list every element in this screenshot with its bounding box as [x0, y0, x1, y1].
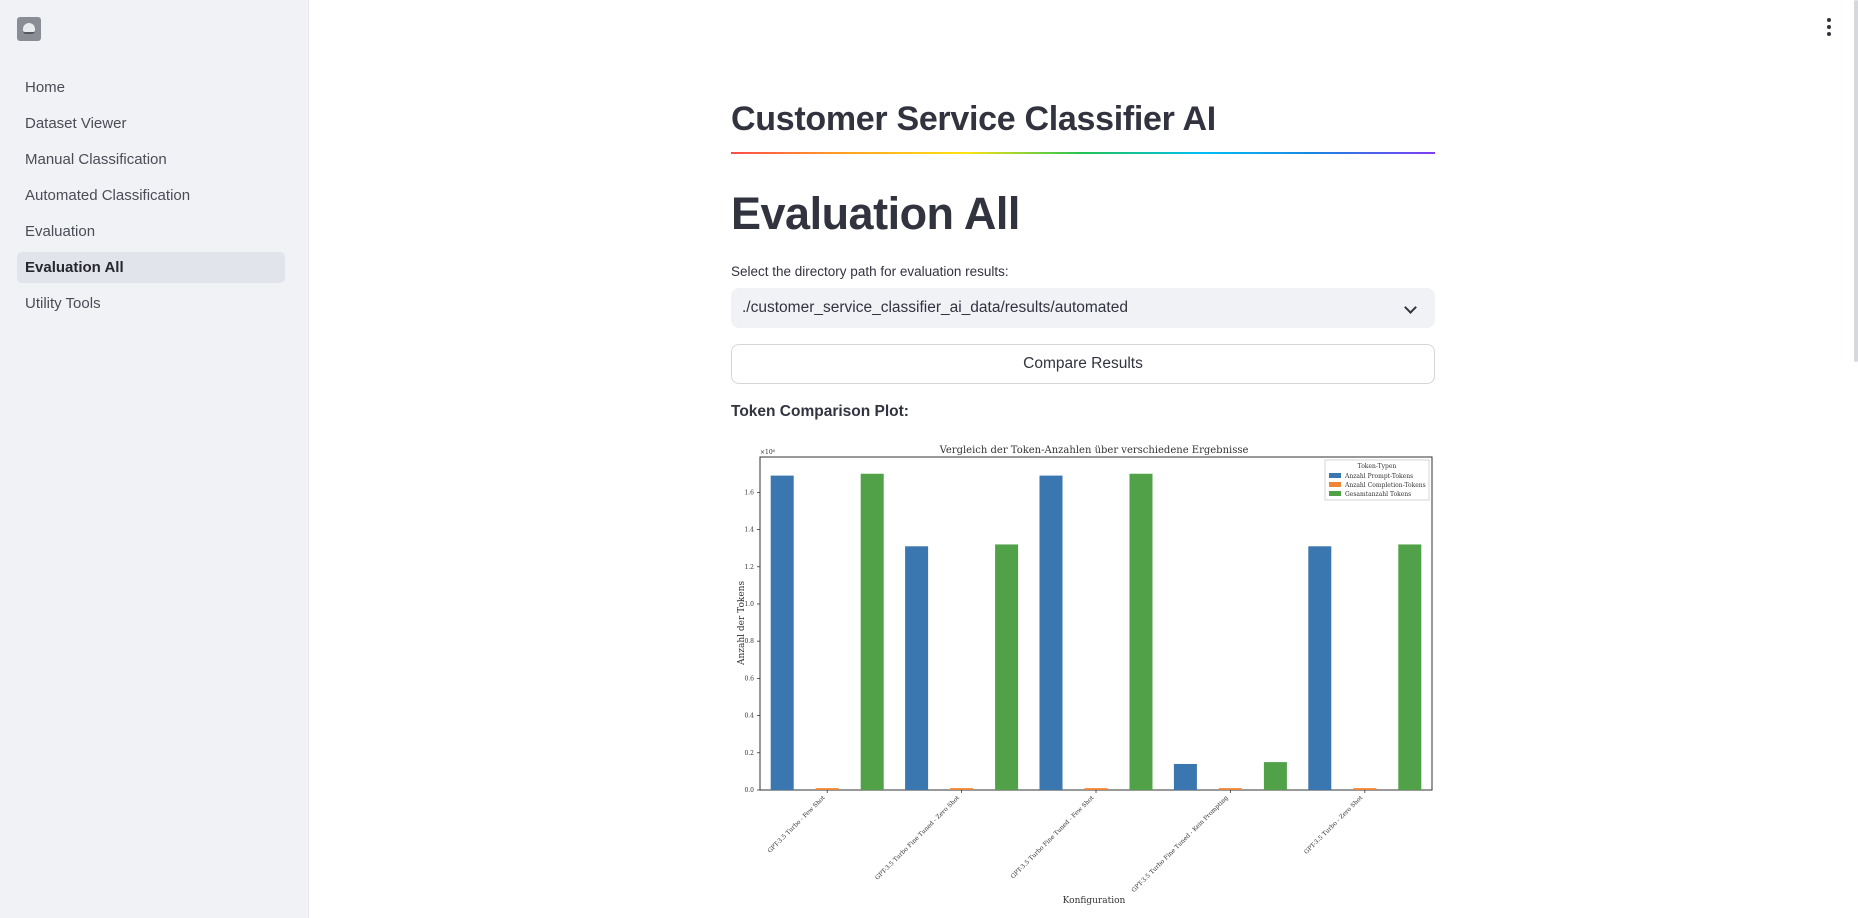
chart-legend: Token-Typen Anzahl Prompt-Tokens Anzahl …	[1324, 459, 1430, 501]
directory-select-value: ./customer_service_classifier_ai_data/re…	[742, 299, 1128, 316]
y-tick-label: 1.4	[744, 527, 754, 534]
x-tick-label: GPT-3.5 Turbo - Few Shot	[767, 794, 828, 855]
vertical-ellipsis-icon[interactable]	[1826, 18, 1832, 36]
chart-y-multiplier: ×10⁶	[760, 449, 776, 456]
bar-total-3	[1263, 762, 1287, 790]
title-divider	[731, 152, 1435, 154]
sidebar: Home Dataset Viewer Manual Classificatio…	[0, 0, 309, 918]
y-tick-label: 0.2	[744, 750, 754, 757]
sidebar-item-evaluation[interactable]: Evaluation	[17, 216, 285, 247]
chart-title: Vergleich der Token-Anzahlen über versch…	[939, 445, 1249, 456]
bar-prompt-3	[1173, 763, 1197, 790]
sidebar-item-home[interactable]: Home	[17, 72, 285, 103]
y-tick-label: 0.4	[744, 713, 754, 720]
bar-total-4	[1398, 544, 1422, 790]
chevron-down-icon	[1404, 301, 1417, 314]
legend-swatch-completion	[1329, 482, 1341, 487]
x-tick-label: GPT-3.5 Turbo Fine Tuned - Zero Shot	[874, 794, 961, 881]
bar-completion-3	[1218, 788, 1242, 790]
bar-completion-1	[950, 788, 974, 790]
legend-label-completion: Anzahl Completion-Tokens	[1344, 482, 1426, 489]
legend-swatch-total	[1329, 491, 1341, 496]
sidebar-item-evaluation-all[interactable]: Evaluation All	[17, 252, 285, 283]
bar-completion-4	[1353, 788, 1377, 790]
legend-swatch-prompt	[1329, 473, 1341, 478]
legend-title: Token-Typen	[1358, 463, 1397, 470]
bar-total-2	[1129, 473, 1153, 790]
directory-select-label: Select the directory path for evaluation…	[731, 264, 1009, 279]
y-tick-label: 1.2	[744, 564, 754, 571]
sidebar-nav: Home Dataset Viewer Manual Classificatio…	[17, 72, 285, 324]
plot-label: Token Comparison Plot:	[731, 403, 909, 420]
bar-prompt-0	[770, 475, 794, 790]
bar-prompt-4	[1308, 546, 1332, 790]
y-axis-label: Anzahl der Tokens	[737, 581, 747, 666]
legend-label-total: Gesamtanzahl Tokens	[1345, 491, 1411, 498]
x-axis-label: Konfiguration	[1063, 896, 1126, 906]
x-tick-label: GPT-3.5 Turbo - Zero Shot	[1303, 794, 1365, 856]
app-logo-icon[interactable]	[17, 17, 41, 41]
y-tick-label: 0.8	[744, 638, 754, 645]
bar-total-0	[860, 473, 884, 790]
x-tick-label: GPT-3.5 Turbo Fine Tuned - Few Shot	[1010, 794, 1096, 880]
token-comparison-chart: Vergleich der Token-Anzahlen über versch…	[737, 445, 1433, 906]
sidebar-item-dataset-viewer[interactable]: Dataset Viewer	[17, 108, 285, 139]
x-tick-label: GPT-3.5 Turbo Fine Tuned - Kein Promptin…	[1130, 794, 1230, 894]
page-title: Evaluation All	[731, 188, 1020, 239]
app-title: Customer Service Classifier AI	[731, 100, 1216, 138]
y-tick-label: 0.6	[744, 675, 754, 682]
compare-results-button[interactable]: Compare Results	[731, 344, 1435, 384]
y-tick-label: 1.0	[744, 601, 754, 608]
bar-prompt-1	[905, 546, 929, 790]
directory-select[interactable]: ./customer_service_classifier_ai_data/re…	[731, 288, 1435, 328]
y-tick-label: 1.6	[744, 489, 754, 496]
bar-total-1	[995, 544, 1019, 790]
page-scrollbar[interactable]	[1854, 0, 1858, 362]
bar-completion-0	[815, 788, 839, 790]
sidebar-item-automated-classification[interactable]: Automated Classification	[17, 180, 285, 211]
bar-completion-2	[1084, 788, 1108, 790]
legend-label-prompt: Anzahl Prompt-Tokens	[1344, 473, 1413, 480]
sidebar-item-manual-classification[interactable]: Manual Classification	[17, 144, 285, 175]
y-tick-label: 0.0	[744, 787, 754, 794]
bar-prompt-2	[1039, 475, 1063, 790]
sidebar-item-utility-tools[interactable]: Utility Tools	[17, 288, 285, 319]
